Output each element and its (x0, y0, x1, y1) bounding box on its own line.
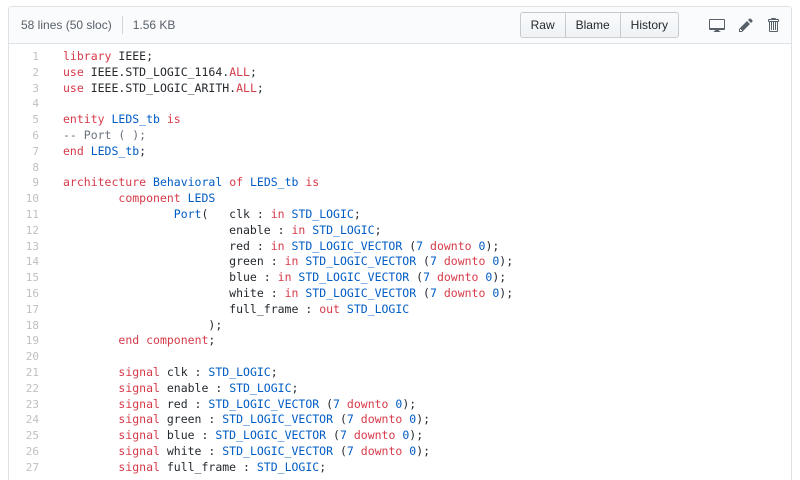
line-number[interactable]: 2 (9, 65, 39, 81)
code-line: 27 signal full_frame : STD_LOGIC; (9, 460, 791, 476)
code-line-text: signal clk : STD_LOGIC; (39, 365, 278, 381)
code-line-text: signal full_frame : STD_LOGIC; (39, 460, 326, 476)
file-size: 1.56 KB (133, 18, 176, 32)
line-number[interactable]: 18 (9, 318, 39, 334)
line-number[interactable]: 7 (9, 144, 39, 160)
line-number[interactable]: 5 (9, 112, 39, 128)
view-mode-button-group: Raw Blame History (520, 12, 679, 39)
blame-button[interactable]: Blame (565, 12, 621, 39)
code-line: 10 component LEDS (9, 191, 791, 207)
code-line-text: use IEEE.STD_LOGIC_ARITH.ALL; (39, 81, 264, 97)
code-line: 11 Port( clk : in STD_LOGIC; (9, 207, 791, 223)
code-line: 1library IEEE; (9, 49, 791, 65)
line-number[interactable]: 24 (9, 412, 39, 428)
line-number[interactable]: 16 (9, 286, 39, 302)
code-line: 22 signal enable : STD_LOGIC; (9, 381, 791, 397)
code-line-text: signal enable : STD_LOGIC; (39, 381, 298, 397)
code-line-text: component LEDS (39, 191, 215, 207)
edit-button[interactable] (739, 17, 753, 33)
code-line: 26 signal white : STD_LOGIC_VECTOR (7 do… (9, 444, 791, 460)
line-number[interactable]: 1 (9, 49, 39, 65)
code-line: 14 green : in STD_LOGIC_VECTOR (7 downto… (9, 254, 791, 270)
line-number[interactable]: 22 (9, 381, 39, 397)
line-number[interactable]: 27 (9, 460, 39, 476)
code-line: 24 signal green : STD_LOGIC_VECTOR (7 do… (9, 412, 791, 428)
line-number[interactable]: 26 (9, 444, 39, 460)
code-line: 9architecture Behavioral of LEDS_tb is (9, 175, 791, 191)
code-line: 13 red : in STD_LOGIC_VECTOR (7 downto 0… (9, 239, 791, 255)
code-line-text (39, 96, 63, 112)
code-line-text: Port( clk : in STD_LOGIC; (39, 207, 361, 223)
history-button[interactable]: History (620, 12, 679, 39)
code-line: 19 end component; (9, 333, 791, 349)
code-line-text: signal white : STD_LOGIC_VECTOR (7 downt… (39, 444, 430, 460)
code-line-text: ); (39, 318, 222, 334)
delete-button[interactable] (767, 17, 779, 33)
file-header: 58 lines (50 sloc) 1.56 KB Raw Blame His… (9, 7, 791, 44)
line-number[interactable]: 17 (9, 302, 39, 318)
code-line-text: end component; (39, 333, 215, 349)
line-number[interactable]: 6 (9, 128, 39, 144)
code-line: 2use IEEE.STD_LOGIC_1164.ALL; (9, 65, 791, 81)
line-number[interactable]: 11 (9, 207, 39, 223)
code-line: 12 enable : in STD_LOGIC; (9, 223, 791, 239)
info-divider (122, 16, 123, 34)
code-line: 8 (9, 160, 791, 176)
code-line-text: white : in STD_LOGIC_VECTOR (7 downto 0)… (39, 286, 513, 302)
code-line-text: signal blue : STD_LOGIC_VECTOR (7 downto… (39, 428, 423, 444)
code-line-text: green : in STD_LOGIC_VECTOR (7 downto 0)… (39, 254, 513, 270)
code-line-text: use IEEE.STD_LOGIC_1164.ALL; (39, 65, 257, 81)
pencil-icon (739, 17, 753, 33)
code-line: 5entity LEDS_tb is (9, 112, 791, 128)
desktop-icon (709, 17, 725, 33)
line-number[interactable]: 21 (9, 365, 39, 381)
code-line-text: signal green : STD_LOGIC_VECTOR (7 downt… (39, 412, 430, 428)
line-number[interactable]: 10 (9, 191, 39, 207)
line-number[interactable]: 23 (9, 397, 39, 413)
line-number[interactable]: 9 (9, 175, 39, 191)
code-blob: 1library IEEE;2use IEEE.STD_LOGIC_1164.A… (9, 44, 791, 480)
line-number[interactable]: 15 (9, 270, 39, 286)
code-line-text: -- Port ( ); (39, 128, 146, 144)
file-view: 58 lines (50 sloc) 1.56 KB Raw Blame His… (8, 6, 792, 480)
raw-button[interactable]: Raw (520, 12, 566, 39)
code-line-text: enable : in STD_LOGIC; (39, 223, 382, 239)
code-line-text: library IEEE; (39, 49, 153, 65)
lines-sloc-info: 58 lines (50 sloc) (21, 18, 112, 32)
code-line-text (39, 349, 63, 365)
line-number[interactable]: 8 (9, 160, 39, 176)
line-number[interactable]: 12 (9, 223, 39, 239)
code-line-text: entity LEDS_tb is (39, 112, 181, 128)
line-number[interactable]: 14 (9, 254, 39, 270)
file-actions: Raw Blame History (520, 12, 779, 39)
code-line-text: architecture Behavioral of LEDS_tb is (39, 175, 319, 191)
code-line: 7end LEDS_tb; (9, 144, 791, 160)
code-line: 16 white : in STD_LOGIC_VECTOR (7 downto… (9, 286, 791, 302)
line-number[interactable]: 25 (9, 428, 39, 444)
code-line: 18 ); (9, 318, 791, 334)
code-line-text: end LEDS_tb; (39, 144, 146, 160)
code-line: 6-- Port ( ); (9, 128, 791, 144)
code-line-text: red : in STD_LOGIC_VECTOR (7 downto 0); (39, 239, 499, 255)
code-line: 21 signal clk : STD_LOGIC; (9, 365, 791, 381)
code-line: 20 (9, 349, 791, 365)
code-line: 4 (9, 96, 791, 112)
code-line: 17 full_frame : out STD_LOGIC (9, 302, 791, 318)
open-in-desktop-button[interactable] (709, 17, 725, 33)
code-line-text: full_frame : out STD_LOGIC (39, 302, 409, 318)
code-line: 3use IEEE.STD_LOGIC_ARITH.ALL; (9, 81, 791, 97)
code-line-text: blue : in STD_LOGIC_VECTOR (7 downto 0); (39, 270, 506, 286)
file-info: 58 lines (50 sloc) 1.56 KB (21, 16, 175, 34)
line-number[interactable]: 13 (9, 239, 39, 255)
trash-icon (767, 17, 779, 33)
line-number[interactable]: 3 (9, 81, 39, 97)
line-number[interactable]: 19 (9, 333, 39, 349)
code-line: 15 blue : in STD_LOGIC_VECTOR (7 downto … (9, 270, 791, 286)
line-number[interactable]: 20 (9, 349, 39, 365)
code-line-text (39, 160, 63, 176)
line-number[interactable]: 4 (9, 96, 39, 112)
code-line-text: signal red : STD_LOGIC_VECTOR (7 downto … (39, 397, 416, 413)
code-line: 23 signal red : STD_LOGIC_VECTOR (7 down… (9, 397, 791, 413)
code-line: 25 signal blue : STD_LOGIC_VECTOR (7 dow… (9, 428, 791, 444)
